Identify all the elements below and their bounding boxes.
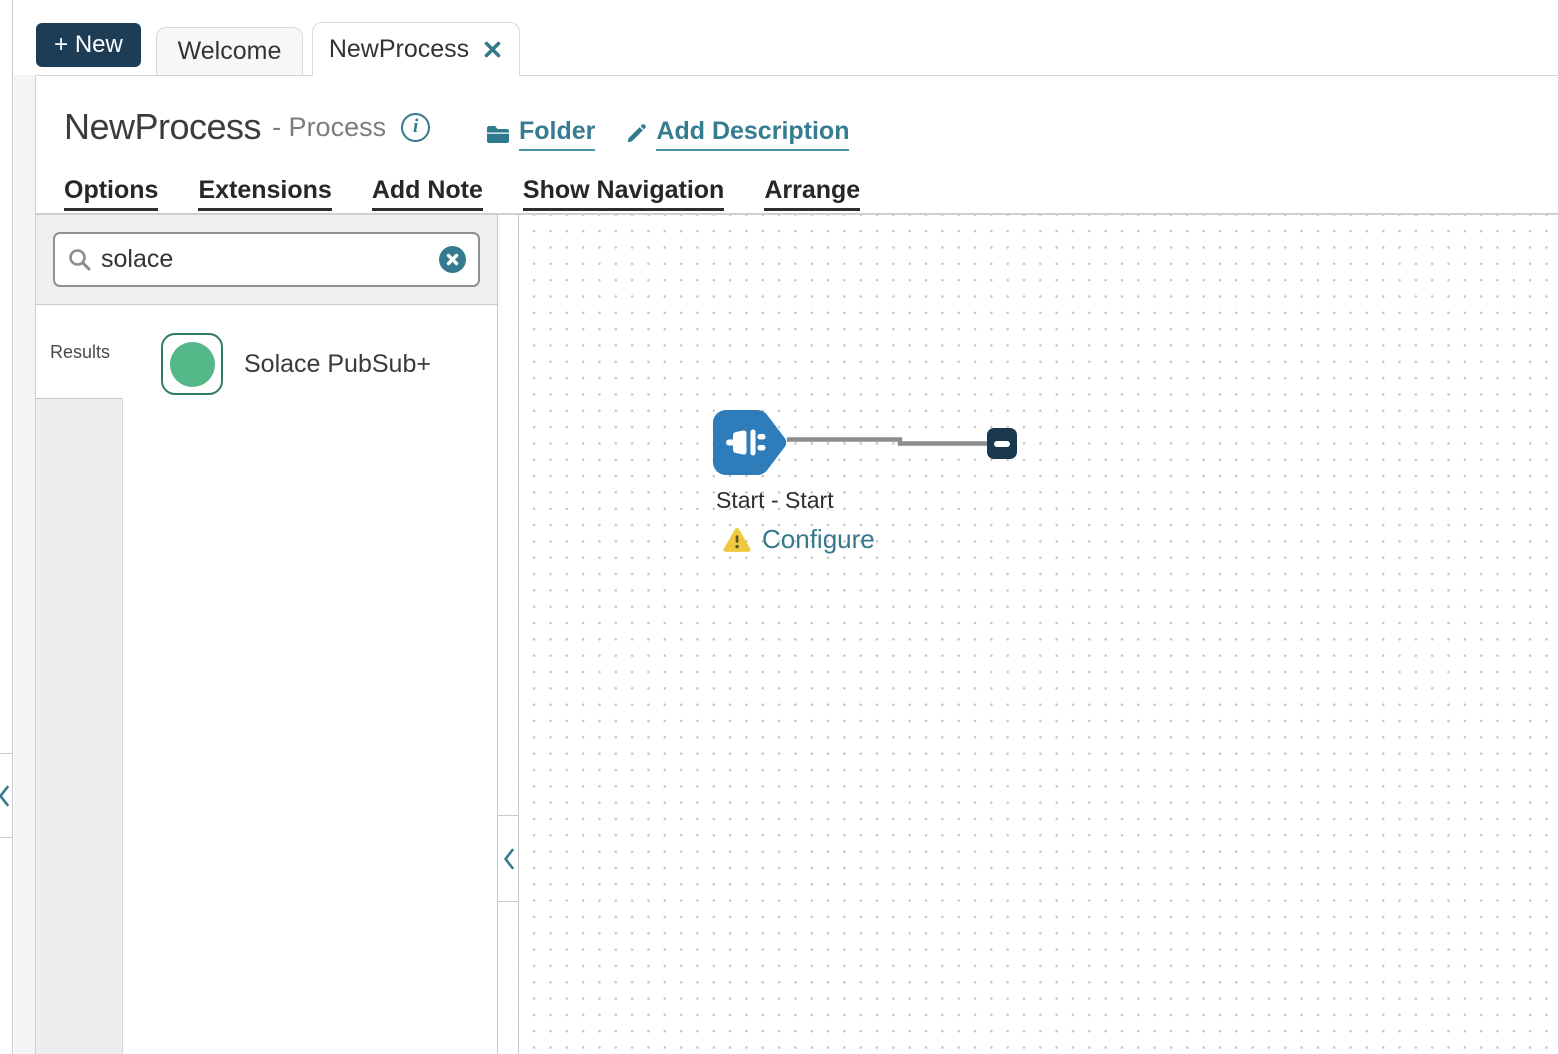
menu-item-show-navigation[interactable]: Show Navigation [523,176,724,211]
outer-left-rail [0,0,13,1054]
clear-x-icon [446,253,459,266]
outer-collapse-handle[interactable] [0,753,13,838]
tab-newprocess[interactable]: NewProcess [312,22,520,76]
start-shape [713,410,787,475]
folder-link[interactable]: Folder [486,117,595,151]
component-search-panel [36,215,497,305]
search-input[interactable] [101,245,430,274]
add-description-link-label: Add Description [656,117,849,151]
sidebar-collapse-handle[interactable] [498,815,518,902]
add-description-link[interactable]: Add Description [625,117,849,151]
header-title-row: NewProcess - Process i [64,106,430,148]
page-title: NewProcess [64,106,261,148]
sidebar-canvas-gutter [497,215,519,1054]
configure-link[interactable]: Configure [762,524,875,555]
menu-item-add-note[interactable]: Add Note [372,176,483,211]
process-builder-page: + New Welcome NewProcess NewProcess - Pr… [0,0,1558,1054]
page-gutter-strip [14,75,35,1054]
connector-line [785,433,989,450]
process-toolbar: Options Extensions Add Note Show Navigat… [64,176,860,211]
results-tab-label: Results [50,342,110,363]
chevron-left-icon [502,847,515,871]
results-list: Solace PubSub+ [123,306,497,1054]
results-tabstrip: Results [36,306,123,1054]
result-item-solace-pubsub[interactable]: Solace PubSub+ [161,333,431,395]
green-dot-icon [170,342,215,387]
folder-link-label: Folder [519,117,595,151]
minus-icon [994,441,1010,447]
configure-row: Configure [722,524,875,555]
connector-type-icon [161,333,223,395]
menu-item-extensions[interactable]: Extensions [198,176,331,211]
info-icon[interactable]: i [401,113,430,142]
tab-welcome[interactable]: Welcome [156,27,303,75]
chevron-left-icon [0,784,10,808]
card-top-border [35,75,1558,76]
search-box[interactable] [53,232,480,287]
pencil-icon [625,123,647,145]
tab-close-button[interactable] [482,39,503,60]
close-icon [482,39,503,60]
result-item-label: Solace PubSub+ [244,350,431,379]
menu-item-options[interactable]: Options [64,176,158,211]
menu-item-arrange[interactable]: Arrange [764,176,860,211]
search-icon [67,247,92,272]
warning-icon [722,526,752,553]
results-tab[interactable]: Results [36,306,123,398]
tab-newprocess-label: NewProcess [329,35,469,64]
process-type-label: - Process [272,112,386,143]
tabstrip-filler [36,398,123,1054]
start-node[interactable] [713,410,787,475]
tab-welcome-label: Welcome [178,37,282,66]
end-point-node[interactable] [987,428,1017,459]
header-links-row: Folder Add Description [486,117,849,151]
new-tab-button[interactable]: + New [36,23,141,67]
folder-icon [486,124,510,145]
start-node-label: Start - Start [716,487,834,514]
clear-search-button[interactable] [439,246,466,273]
process-canvas[interactable]: Start - Start Configure [519,215,1558,1054]
